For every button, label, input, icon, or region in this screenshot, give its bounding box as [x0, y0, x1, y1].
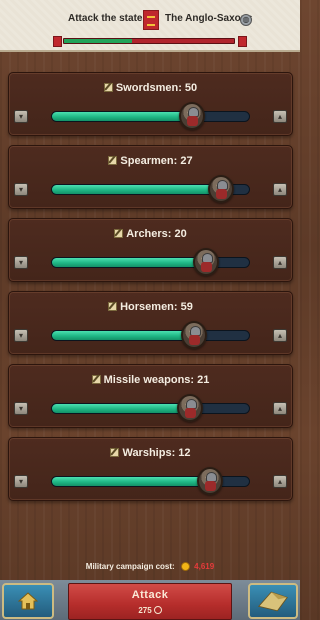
unit-slider-knob[interactable]: [180, 321, 207, 349]
unit-slider-fill: [52, 331, 194, 340]
pencil-icon[interactable]: [108, 156, 118, 165]
pencil-icon[interactable]: [110, 448, 120, 457]
increase-button[interactable]: ▴: [273, 110, 287, 123]
unit-label: Swordsmen: 50: [9, 82, 292, 94]
decrease-button[interactable]: ▾: [14, 183, 28, 196]
unit-label-text: Spearmen: 27: [120, 155, 193, 167]
unit-slider-knob[interactable]: [178, 102, 205, 130]
unit-slider[interactable]: [51, 467, 250, 495]
unit-slider-fill: [52, 112, 192, 121]
unit-panel: Missile weapons: 21 ▾ ▴: [8, 364, 293, 428]
unit-label: Archers: 20: [9, 228, 292, 240]
unit-slider[interactable]: [51, 321, 250, 349]
unit-label-text: Warships: 12: [122, 447, 191, 459]
unit-label: Horsemen: 59: [9, 301, 292, 313]
increase-button[interactable]: ▴: [273, 475, 287, 488]
decrease-button[interactable]: ▾: [14, 110, 28, 123]
unit-label-text: Horsemen: 59: [120, 301, 193, 313]
unit-slider[interactable]: [51, 248, 250, 276]
decrease-button[interactable]: ▾: [14, 475, 28, 488]
attacker-title: Attack the state: [68, 13, 143, 24]
unit-panel: Swordsmen: 50 ▾ ▴: [8, 72, 293, 136]
increase-button[interactable]: ▴: [273, 402, 287, 415]
enemy-banner-icon: [143, 10, 159, 30]
home-button[interactable]: [2, 583, 54, 619]
decrease-button[interactable]: ▾: [14, 329, 28, 342]
unit-panel: Archers: 20 ▾ ▴: [8, 218, 293, 282]
unit-slider-knob[interactable]: [192, 248, 219, 276]
unit-label-text: Archers: 20: [126, 228, 187, 240]
enemy-flag-icon: [238, 36, 247, 47]
unit-label: Missile weapons: 21: [9, 374, 292, 386]
pencil-icon[interactable]: [108, 302, 118, 311]
unit-slider-fill: [52, 477, 210, 486]
unit-slider[interactable]: [51, 394, 250, 422]
unit-slider-fill: [52, 258, 206, 267]
decrease-button[interactable]: ▾: [14, 402, 28, 415]
unit-label: Warships: 12: [9, 447, 292, 459]
campaign-cost-label: Military campaign cost:: [85, 562, 175, 571]
unit-label-text: Swordsmen: 50: [115, 82, 198, 94]
unit-panel: Spearmen: 27 ▾ ▴: [8, 145, 293, 209]
increase-button[interactable]: ▴: [273, 329, 287, 342]
map-button[interactable]: [248, 583, 298, 619]
unit-slider-knob[interactable]: [208, 175, 235, 203]
map-icon: [257, 591, 288, 612]
attack-time: 275: [69, 606, 231, 615]
campaign-cost-value: 4,619: [194, 562, 215, 571]
decrease-button[interactable]: ▾: [14, 256, 28, 269]
unit-panel: Horsemen: 59 ▾ ▴: [8, 291, 293, 355]
top-header: Attack the state The Anglo-Saxons ◍: [0, 0, 300, 52]
campaign-cost-row: Military campaign cost: 4,619: [0, 562, 300, 571]
unit-label-text: Missile weapons: 21: [103, 374, 210, 386]
pencil-icon[interactable]: [91, 375, 101, 384]
unit-panel: Warships: 12 ▾ ▴: [8, 437, 293, 501]
pencil-icon[interactable]: [103, 83, 113, 92]
home-icon: [18, 592, 38, 610]
increase-button[interactable]: ▴: [273, 256, 287, 269]
pencil-icon[interactable]: [114, 229, 124, 238]
own-flag-icon: [53, 36, 62, 47]
globe-icon[interactable]: ◍: [240, 14, 252, 26]
strength-balance-bar: [63, 38, 235, 44]
strength-balance-fill: [64, 39, 132, 43]
unit-slider-knob[interactable]: [196, 467, 223, 495]
increase-button[interactable]: ▴: [273, 183, 287, 196]
unit-slider-fill: [52, 404, 190, 413]
unit-slider[interactable]: [51, 102, 250, 130]
unit-slider[interactable]: [51, 175, 250, 203]
attack-button[interactable]: Attack 275: [68, 583, 232, 620]
attack-time-value: 275: [138, 606, 152, 615]
unit-slider-fill: [52, 185, 222, 194]
clock-icon: [153, 606, 162, 614]
attack-label: Attack: [131, 589, 169, 601]
coin-icon: [180, 562, 190, 571]
unit-slider-knob[interactable]: [176, 394, 203, 422]
unit-label: Spearmen: 27: [9, 155, 292, 167]
